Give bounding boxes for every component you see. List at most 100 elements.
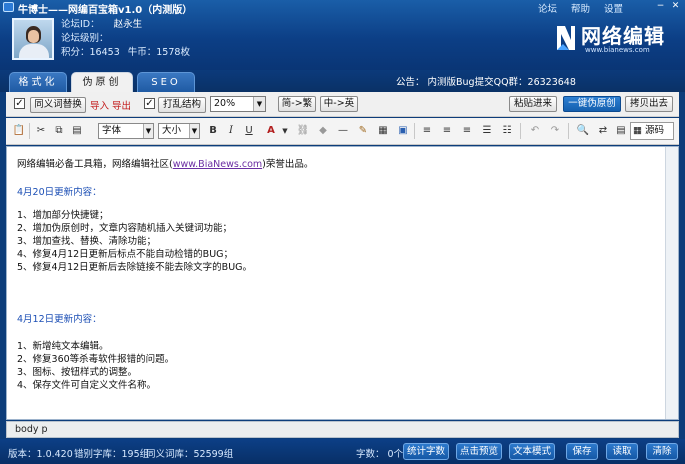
copy-icon[interactable]: ⧉ — [52, 124, 66, 138]
source-code-button[interactable]: ▦ 源码 — [630, 122, 674, 140]
redo-icon[interactable]: ↷ — [548, 124, 562, 138]
unordered-list-icon[interactable]: ☷ — [500, 124, 514, 138]
chevron-down-icon: ▼ — [189, 124, 199, 138]
typo-lib-count: 错别字库：195组 — [74, 449, 150, 460]
chevron-down-icon: ▼ — [143, 124, 153, 138]
percent-value: 20% — [214, 98, 236, 109]
preview-button[interactable]: 点击预览 — [456, 443, 502, 460]
count-words-button[interactable]: 统计字数 — [403, 443, 449, 460]
element-path-bar: body p — [6, 421, 679, 438]
app-title: 牛博士——网编百宝箱v1.0（内测版） — [18, 5, 193, 16]
align-left-icon[interactable]: ≡ — [420, 124, 434, 138]
text-mode-button[interactable]: 文本模式 — [509, 443, 555, 460]
table-icon[interactable]: ▦ — [376, 124, 390, 138]
paste-text-icon[interactable]: ▤ — [70, 124, 84, 138]
coins-label: 牛币： — [127, 47, 157, 58]
app-icon — [3, 2, 14, 12]
copy-out-button[interactable]: 拷贝出去 — [625, 96, 673, 112]
percent-select[interactable]: 20% ▼ — [210, 96, 266, 112]
intro-link[interactable]: www.BiaNews.com — [173, 159, 262, 170]
font-size-select[interactable]: 大小 ▼ — [158, 123, 200, 139]
list-item: 4、保存文件可自定义文件名称。 — [17, 380, 157, 391]
tabs-bar: 格式化 伪原创 SEO 公告： 内测版Bug提交QQ群：26323648 — [0, 70, 685, 92]
load-button[interactable]: 读取 — [606, 443, 638, 460]
user-level-label: 论坛级别： — [61, 33, 109, 44]
shuffle-structure-button[interactable]: 打乱结构 — [158, 97, 206, 113]
chevron-down-icon: ▼ — [253, 97, 265, 111]
menu-help[interactable]: 帮助 — [571, 1, 590, 15]
underline-icon[interactable]: U — [242, 124, 256, 138]
editor-area[interactable]: 网络编辑必备工具箱，网络编辑社区(www.BiaNews.com)荣誉出品。 4… — [6, 146, 679, 420]
ordered-list-icon[interactable]: ☰ — [480, 124, 494, 138]
list-item: 1、增加部分快捷键； — [17, 210, 109, 221]
synonym-replace-button[interactable]: 同义词替换 — [30, 97, 86, 113]
eraser-icon[interactable]: ✎ — [356, 124, 370, 138]
element-path[interactable]: body p — [15, 424, 48, 435]
minimize-icon[interactable]: − — [655, 2, 666, 12]
chevron-down-icon[interactable]: ▼ — [278, 124, 292, 138]
char-count: 字数： 0个 — [356, 449, 404, 460]
font-family-value: 字体 — [102, 125, 122, 136]
list-item: 3、增加查找、替换、清除功能； — [17, 236, 157, 247]
horizontal-rule-icon[interactable]: — — [336, 124, 350, 138]
source-code-icon: ▦ — [633, 125, 642, 136]
tab-seo[interactable]: SEO — [137, 72, 195, 92]
version-text: 版本：1.0.420 — [8, 449, 73, 460]
shuffle-checkbox[interactable]: ✓ — [144, 98, 155, 109]
list-item: 4、修复4月12日更新后标点不能自动检错的BUG； — [17, 249, 234, 260]
synonym-lib-count: 同义词库：52599组 — [146, 449, 234, 460]
find-icon[interactable]: 🔍 — [576, 124, 590, 138]
font-size-value: 大小 — [162, 125, 182, 136]
tab-pseudo-original[interactable]: 伪原创 — [71, 72, 133, 92]
logo-n-icon — [557, 26, 575, 50]
list-item: 2、增加伪原创时，文章内容随机插入关键词功能； — [17, 223, 233, 234]
paste-in-button[interactable]: 粘贴进来 — [509, 96, 557, 112]
tab-format[interactable]: 格式化 — [9, 72, 67, 92]
coins-value: 1578枚 — [156, 47, 190, 58]
logo-text: 网络编辑 — [581, 24, 665, 48]
cut-icon[interactable]: ✂ — [34, 124, 48, 138]
undo-icon[interactable]: ↶ — [528, 124, 542, 138]
import-export-link[interactable]: 导入 导出 — [90, 98, 131, 112]
paste-icon[interactable]: 📋 — [12, 124, 26, 138]
cn-to-en-button[interactable]: 中->英 — [320, 96, 358, 112]
avatar[interactable] — [12, 18, 54, 60]
status-bar: 版本：1.0.420 错别字库：195组 同义词库：52599组 字数： 0个 … — [0, 439, 685, 464]
unlink-icon[interactable]: ◆ — [316, 124, 330, 138]
app-header: 牛博士——网编百宝箱v1.0（内测版） 论坛 帮助 设置 − ✕ 论坛ID： 赵永… — [0, 0, 685, 70]
synonym-checkbox[interactable]: ✓ — [14, 98, 25, 109]
intro-suffix: )荣誉出品。 — [262, 159, 314, 170]
window-controls: − ✕ — [655, 2, 681, 12]
intro-prefix: 网络编辑必备工具箱，网络编辑社区( — [17, 159, 173, 170]
bold-icon[interactable]: B — [206, 124, 220, 138]
top-menu: 论坛 帮助 设置 — [538, 1, 623, 15]
source-code-label: 源码 — [645, 125, 665, 136]
simp-to-trad-button[interactable]: 简->繁 — [278, 96, 316, 112]
italic-icon[interactable]: I — [224, 124, 238, 138]
list-item: 2、修复360等杀毒软件报错的问题。 — [17, 354, 175, 365]
save-button[interactable]: 保存 — [566, 443, 598, 460]
image-icon[interactable]: ▣ — [396, 124, 410, 138]
one-click-rewrite-button[interactable]: 一键伪原创 — [563, 96, 621, 112]
align-right-icon[interactable]: ≡ — [460, 124, 474, 138]
align-center-icon[interactable]: ≡ — [440, 124, 454, 138]
user-id-label: 论坛ID： — [61, 19, 100, 30]
editor-toolbar: 📋 ✂ ⧉ ▤ 字体 ▼ 大小 ▼ B I U A ▼ ⛓ ◆ — ✎ ▦ ▣ … — [6, 118, 679, 145]
clear-button[interactable]: 清除 — [646, 443, 678, 460]
font-family-select[interactable]: 字体 ▼ — [98, 123, 154, 139]
menu-forum[interactable]: 论坛 — [538, 1, 557, 15]
points-label: 积分： — [61, 47, 90, 58]
logo-url: www.bianews.com — [585, 46, 650, 54]
close-icon[interactable]: ✕ — [670, 2, 681, 12]
list-item: 1、新增纯文本编辑。 — [17, 341, 109, 352]
section2-title: 4月12日更新内容： — [17, 314, 102, 325]
font-color-icon[interactable]: A — [264, 124, 278, 138]
preview-icon[interactable]: ▤ — [614, 124, 628, 138]
link-icon[interactable]: ⛓ — [296, 124, 310, 138]
menu-settings[interactable]: 设置 — [604, 1, 623, 15]
list-item: 5、修复4月12日更新后去除链接不能去除文字的BUG。 — [17, 262, 253, 273]
points-value: 16453 — [89, 47, 120, 58]
editor-scrollbar[interactable] — [665, 147, 678, 419]
intro-line: 网络编辑必备工具箱，网络编辑社区(www.BiaNews.com)荣誉出品。 — [17, 156, 313, 170]
replace-icon[interactable]: ⇄ — [596, 124, 610, 138]
